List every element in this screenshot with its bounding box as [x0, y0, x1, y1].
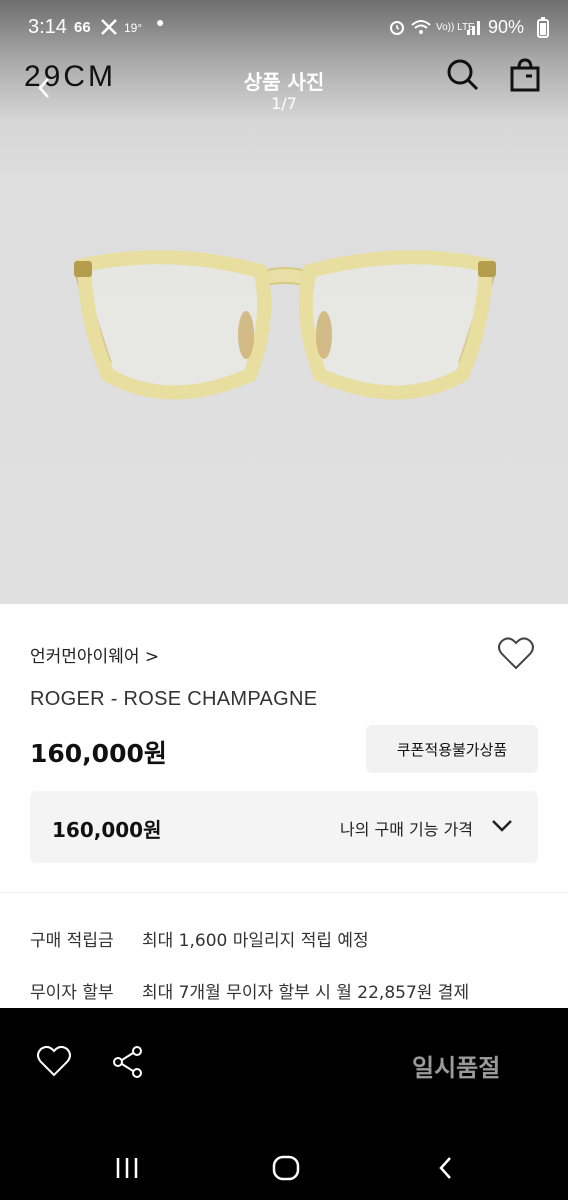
- my-price-value: 160,000원: [52, 818, 162, 842]
- shopping-bag-icon[interactable]: [508, 58, 542, 92]
- heart-icon[interactable]: [36, 1045, 72, 1079]
- status-indicator: 66: [74, 19, 91, 36]
- image-page-indicator: 1/7: [271, 94, 297, 113]
- nav-back-icon[interactable]: [436, 1155, 454, 1181]
- my-price-label: 나의 구매 기능 가격: [340, 820, 474, 839]
- home-icon[interactable]: [272, 1155, 300, 1181]
- recents-icon[interactable]: [114, 1156, 140, 1180]
- share-icon[interactable]: [110, 1044, 146, 1080]
- search-icon[interactable]: [446, 58, 480, 92]
- alarm-icon: [390, 21, 404, 35]
- product-price: 160,000원: [30, 739, 167, 768]
- coupon-badge: 쿠폰적용불가상품: [366, 725, 538, 773]
- heart-icon[interactable]: [497, 636, 535, 672]
- status-time: 3:14: [28, 16, 67, 38]
- bottom-action-bar: 일시품절: [0, 1008, 568, 1200]
- product-glasses-image: [74, 250, 496, 400]
- wifi-icon: [411, 20, 431, 34]
- back-icon[interactable]: [36, 76, 52, 100]
- soldout-button[interactable]: 일시품절: [412, 1048, 500, 1083]
- benefit-label: 구매 적립금: [30, 931, 114, 951]
- battery-icon: [537, 17, 549, 38]
- product-brand-link[interactable]: 언커먼아이웨어 >: [30, 642, 159, 667]
- chevron-down-icon[interactable]: [490, 818, 514, 834]
- benefit-value: 최대 1,600 마일리지 적립 예정: [142, 931, 369, 951]
- signal-icon: [467, 21, 480, 35]
- status-dot: ●: [156, 14, 165, 30]
- product-name: ROGER - ROSE CHAMPAGNE: [30, 688, 318, 710]
- x-app-icon: [101, 19, 117, 35]
- status-bar: 3:14 66 19° ● Vo)) LTE 90%: [0, 0, 568, 56]
- status-temperature: 19°: [124, 21, 143, 35]
- section-divider: [0, 892, 568, 893]
- battery-percent: 90%: [488, 17, 525, 37]
- header-title: 상품 사진: [243, 70, 325, 94]
- header: 29CM 상품 사진 1/7: [0, 56, 568, 116]
- coupon-label: 쿠폰적용불가상품: [396, 740, 508, 759]
- my-price-box[interactable]: 160,000원 나의 구매 기능 가격: [30, 791, 538, 863]
- benefit-value: 최대 7개월 무이자 할부 시 월 22,857원 결제: [142, 983, 470, 1003]
- benefit-label: 무이자 할부: [30, 983, 114, 1003]
